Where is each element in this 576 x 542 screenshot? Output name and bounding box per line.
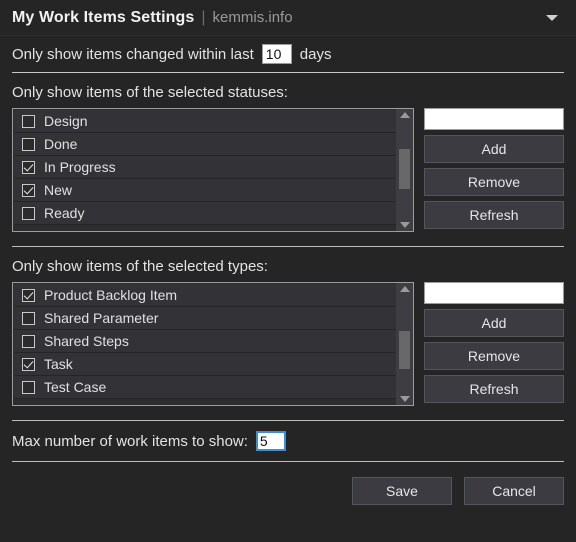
list-item[interactable]: Done: [14, 133, 396, 156]
types-listbox[interactable]: Product Backlog Item Shared Parameter Sh…: [12, 282, 414, 406]
page-title: My Work Items Settings: [12, 8, 195, 26]
statuses-remove-button[interactable]: Remove: [424, 168, 564, 196]
titlebar: My Work Items Settings | kemmis.info: [0, 0, 576, 36]
statuses-add-input[interactable]: [424, 108, 564, 130]
days-input[interactable]: [261, 44, 292, 64]
list-item[interactable]: Shared Parameter: [14, 307, 396, 330]
list-item-label: Design: [44, 113, 88, 129]
scrollbar-thumb[interactable]: [399, 331, 410, 369]
list-item-label: Shared Parameter: [44, 310, 159, 326]
types-section-label: Only show items of the selected types:: [12, 258, 268, 275]
types-list-items: Product Backlog Item Shared Parameter Sh…: [13, 283, 396, 405]
types-remove-button[interactable]: Remove: [424, 342, 564, 370]
checkbox-icon[interactable]: [22, 160, 35, 174]
types-list-area: Product Backlog Item Shared Parameter Sh…: [12, 282, 564, 406]
list-item[interactable]: New: [14, 179, 396, 202]
statuses-section-label: Only show items of the selected statuses…: [12, 84, 288, 101]
statuses-listbox[interactable]: Design Done In Progress New Ready: [12, 108, 414, 232]
cancel-button[interactable]: Cancel: [464, 477, 564, 505]
settings-window: My Work Items Settings | kemmis.info Onl…: [0, 0, 576, 542]
list-item-label: Ready: [44, 205, 85, 221]
scrollbar-thumb[interactable]: [399, 149, 410, 189]
statuses-scrollbar[interactable]: [396, 109, 413, 231]
types-scrollbar[interactable]: [396, 283, 413, 405]
list-item-label: Product Backlog Item: [44, 287, 178, 303]
list-item-label: Done: [44, 136, 78, 152]
list-item[interactable]: In Progress: [14, 156, 396, 179]
checkbox-icon[interactable]: [22, 311, 35, 325]
list-item[interactable]: Task: [14, 353, 396, 376]
scroll-up-icon[interactable]: [399, 112, 410, 118]
statuses-side-buttons: Add Remove Refresh: [424, 108, 564, 229]
max-items-row: Max number of work items to show:: [12, 421, 564, 461]
days-filter-prefix-label: Only show items changed within last: [12, 45, 254, 63]
list-item[interactable]: Test Case: [14, 376, 396, 399]
checkbox-icon[interactable]: [22, 183, 35, 197]
list-item-label: New: [44, 182, 73, 198]
checkbox-icon[interactable]: [22, 380, 35, 394]
list-item[interactable]: Product Backlog Item: [14, 284, 396, 307]
checkbox-icon[interactable]: [22, 334, 35, 348]
settings-content: Only show items changed within last days…: [0, 36, 576, 505]
list-item[interactable]: Design: [14, 110, 396, 133]
days-filter-suffix-label: days: [299, 45, 332, 63]
types-side-buttons: Add Remove Refresh: [424, 282, 564, 403]
types-add-button[interactable]: Add: [424, 309, 564, 337]
statuses-refresh-button[interactable]: Refresh: [424, 201, 564, 229]
list-item-label: In Progress: [44, 159, 116, 175]
days-filter-row: Only show items changed within last days: [12, 36, 564, 72]
max-items-input[interactable]: [255, 431, 286, 451]
checkbox-icon[interactable]: [22, 357, 35, 371]
list-item-label: Test Case: [44, 379, 107, 395]
max-items-label: Max number of work items to show:: [12, 432, 248, 450]
checkbox-icon[interactable]: [22, 206, 35, 220]
types-add-input[interactable]: [424, 282, 564, 304]
checkbox-icon[interactable]: [22, 137, 35, 151]
chevron-down-glyph: [546, 14, 558, 21]
list-item[interactable]: Ready: [14, 202, 396, 225]
scroll-down-icon[interactable]: [399, 222, 410, 228]
list-item-label: Task: [44, 356, 73, 372]
title-subtitle: kemmis.info: [212, 9, 293, 26]
statuses-list-items: Design Done In Progress New Ready: [13, 109, 396, 231]
scroll-up-icon[interactable]: [399, 286, 410, 292]
chevron-down-icon[interactable]: [542, 8, 562, 28]
list-item[interactable]: Shared Steps: [14, 330, 396, 353]
list-item-label: Shared Steps: [44, 333, 129, 349]
scroll-down-icon[interactable]: [399, 396, 410, 402]
statuses-add-button[interactable]: Add: [424, 135, 564, 163]
checkbox-icon[interactable]: [22, 114, 35, 128]
types-refresh-button[interactable]: Refresh: [424, 375, 564, 403]
footer-actions: Save Cancel: [12, 462, 564, 505]
statuses-list-area: Design Done In Progress New Ready Add Re…: [12, 108, 564, 232]
checkbox-icon[interactable]: [22, 288, 35, 302]
save-button[interactable]: Save: [352, 477, 452, 505]
title-separator: |: [201, 8, 206, 26]
